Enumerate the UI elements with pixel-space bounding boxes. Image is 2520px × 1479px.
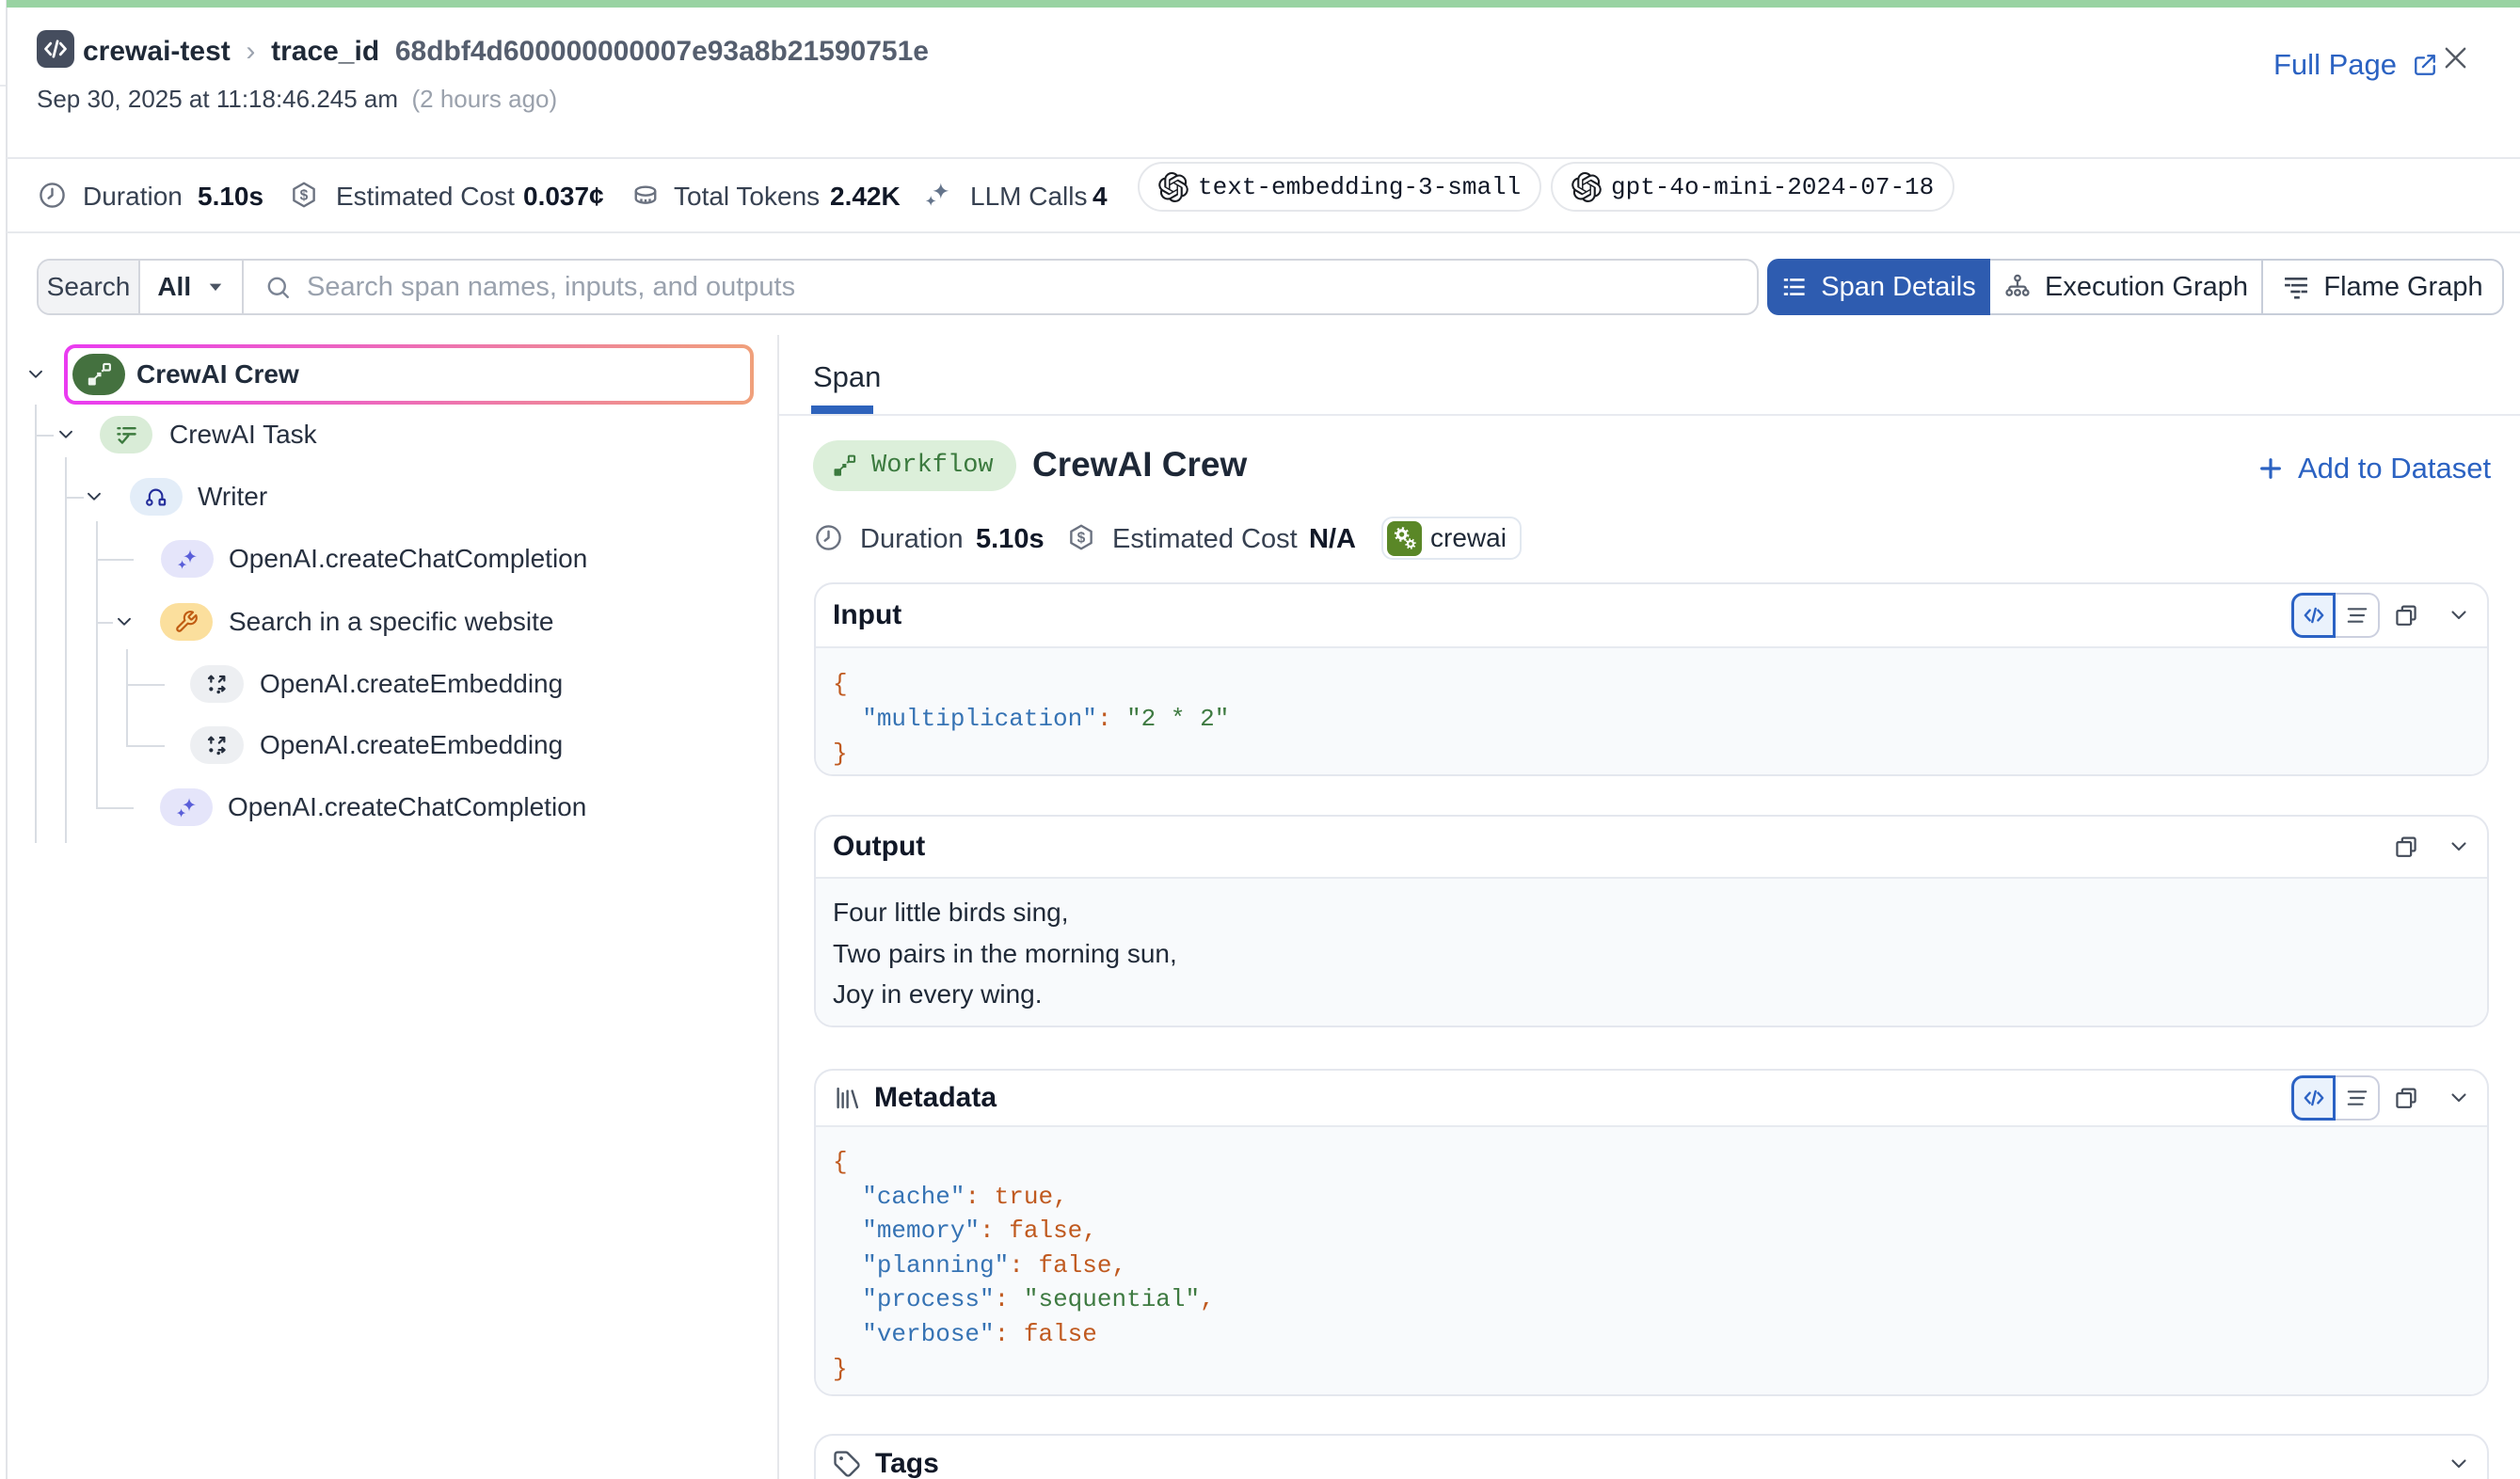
svg-text:$: $ xyxy=(300,187,309,203)
svg-text:$: $ xyxy=(1077,530,1086,546)
